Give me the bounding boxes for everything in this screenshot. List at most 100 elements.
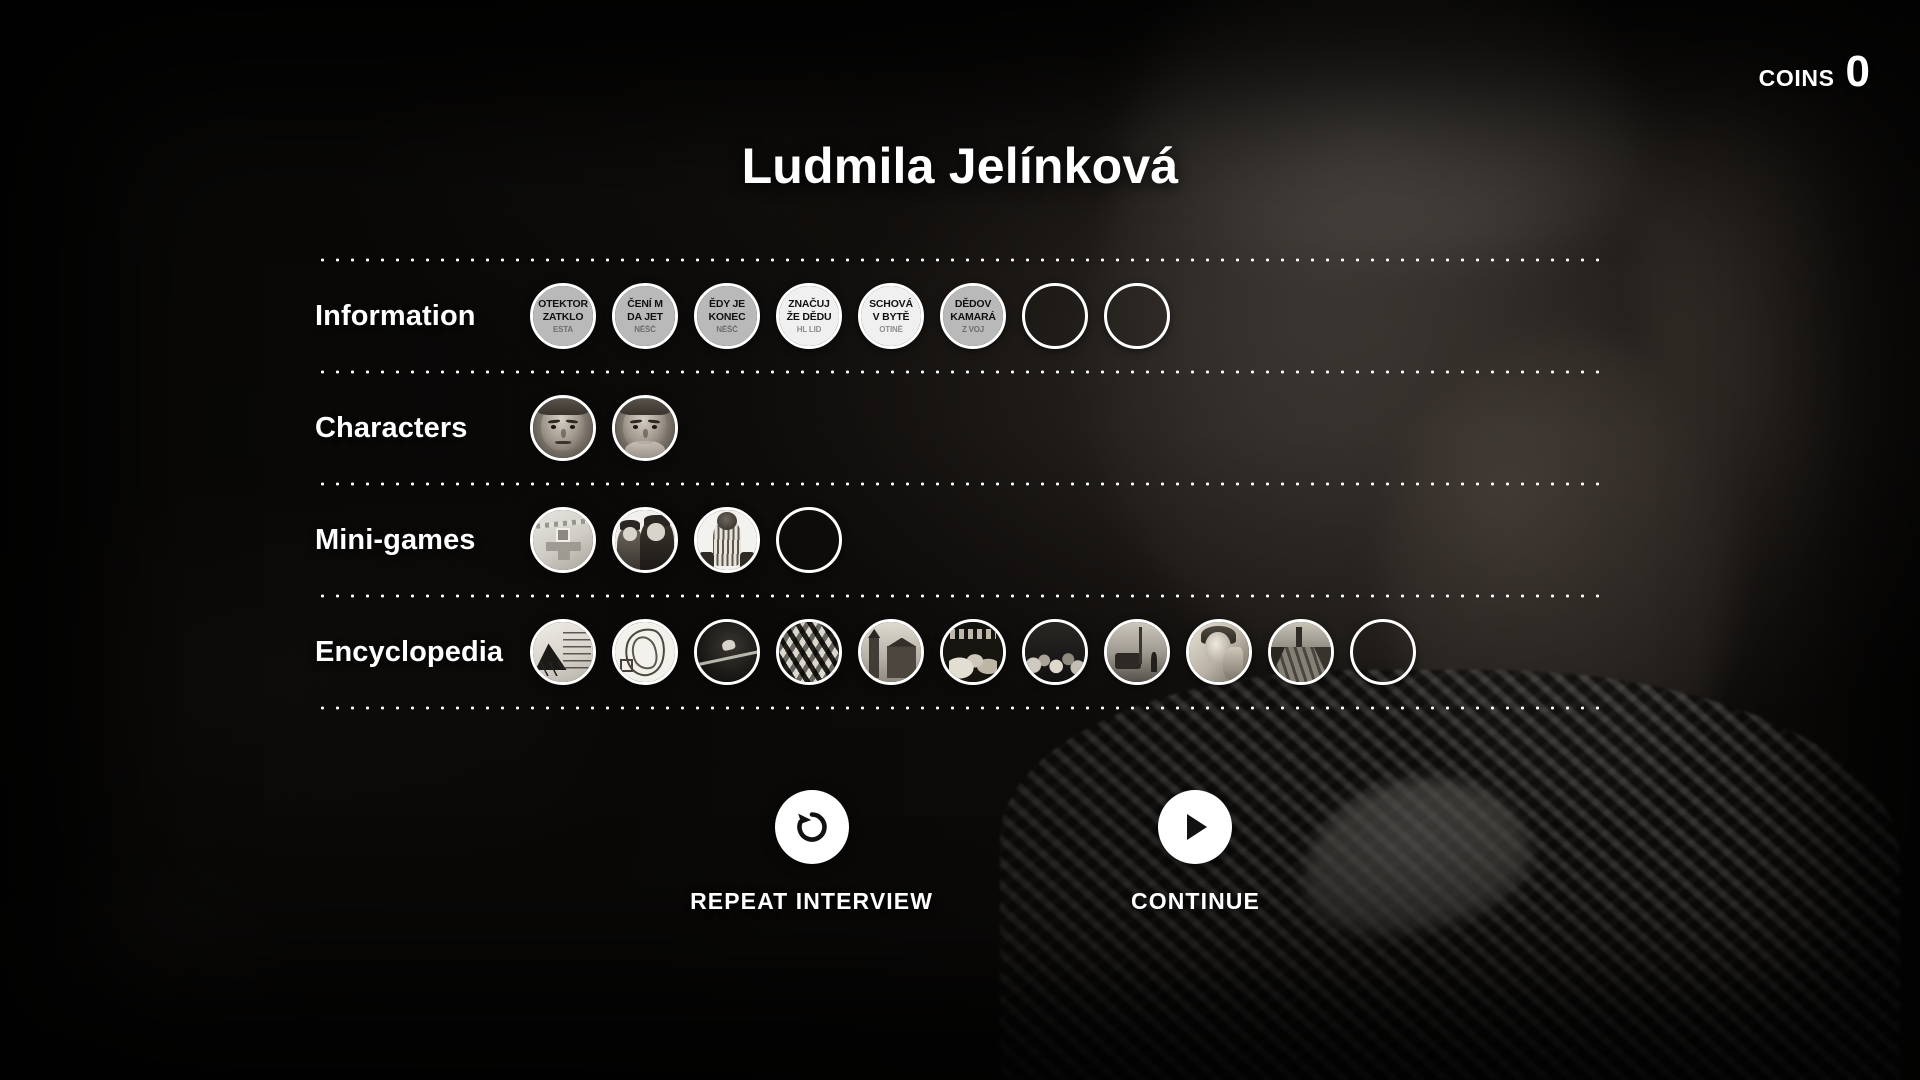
card-text-line: ŽE DĚDU	[786, 311, 832, 324]
encyclopedia-slot[interactable]	[940, 619, 1006, 685]
portrait-eye-right	[569, 425, 575, 429]
card-text-line: DĚDOV	[954, 297, 992, 310]
characters-slot[interactable]	[612, 395, 678, 461]
row-divider	[315, 258, 1607, 262]
figure-shoulder-left	[699, 552, 714, 568]
row-divider	[315, 370, 1607, 374]
card-text-line: ČENÍ M	[627, 297, 663, 310]
encyclopedia-art-document	[533, 622, 593, 682]
information-slot[interactable]: OTEKTOR ZATKLO ESTA	[530, 283, 596, 349]
card-text-line: KAMARÁ	[950, 311, 996, 324]
encyclopedia-slot[interactable]	[694, 619, 760, 685]
information-card-art: ĚDY JE KONEC NĚŠČ	[697, 286, 757, 346]
information-card-art: ČENÍ M DA JET NĚŠČ	[615, 286, 675, 346]
card-text-line: ZATKLO	[542, 311, 584, 324]
encyclopedia-art-woman	[1189, 622, 1249, 682]
card-text-line: ZNAČUJ	[788, 297, 830, 310]
encyclopedia-art-dark-object	[697, 622, 757, 682]
encyclopedia-art-ruins	[1271, 622, 1331, 682]
row-mini-games: Mini-games	[315, 486, 1607, 594]
row-items-encyclopedia	[530, 619, 1416, 685]
repeat-interview-button[interactable]: REPEAT INTERVIEW	[690, 790, 933, 915]
coins-label: COINS	[1758, 65, 1835, 91]
encyclopedia-slot[interactable]	[612, 619, 678, 685]
information-slot[interactable]: DĚDOV KAMARÁ Z VOJ	[940, 283, 1006, 349]
information-card-art: DĚDOV KAMARÁ Z VOJ	[943, 286, 1003, 346]
mini-games-slot-empty[interactable]	[776, 507, 842, 573]
encyclopedia-art-pattern	[779, 622, 839, 682]
card-text-line: ESTA	[553, 324, 573, 334]
encyclopedia-slot[interactable]	[1104, 619, 1170, 685]
minigame-figure-art	[697, 510, 757, 570]
card-text-line: NĚŠČ	[716, 324, 738, 334]
play-icon[interactable]	[1158, 790, 1233, 864]
card-text-line: V BYTĚ	[872, 311, 910, 324]
information-card-art: ZNAČUJ ŽE DĚDU HL LID	[779, 286, 839, 346]
portrait-hair	[619, 399, 671, 415]
card-text-line: KONEC	[708, 311, 746, 324]
card-text-line: OTINĚ	[879, 324, 903, 334]
information-card-art: SCHOVÁ V BYTĚ OTINĚ	[861, 286, 921, 346]
portrait-eye-left	[633, 425, 639, 429]
row-information: Information OTEKTOR ZATKLO ESTA ČENÍ M DA JE…	[315, 262, 1607, 370]
row-characters: Characters	[315, 374, 1607, 482]
row-items-mini-games	[530, 507, 842, 573]
information-slot-empty[interactable]	[1022, 283, 1088, 349]
progress-rows: Information OTEKTOR ZATKLO ESTA ČENÍ M DA JE…	[315, 258, 1607, 710]
continue-label: CONTINUE	[1131, 888, 1260, 914]
figure-shoulder-right	[740, 552, 755, 568]
encyclopedia-slot[interactable]	[776, 619, 842, 685]
encyclopedia-slot[interactable]	[530, 619, 596, 685]
mini-games-slot[interactable]	[612, 507, 678, 573]
row-divider	[315, 706, 1607, 710]
encyclopedia-slot[interactable]	[1186, 619, 1252, 685]
row-items-characters	[530, 395, 678, 461]
encyclopedia-slot-empty[interactable]	[1350, 619, 1416, 685]
page-title: Ludmila Jelínková	[741, 138, 1179, 194]
action-bar: REPEAT INTERVIEW CONTINUE	[0, 790, 1920, 915]
information-slot-empty[interactable]	[1104, 283, 1170, 349]
mini-games-slot[interactable]	[530, 507, 596, 573]
portrait-beard	[624, 441, 666, 458]
row-label-mini-games: Mini-games	[315, 523, 476, 556]
repeat-interview-label: REPEAT INTERVIEW	[690, 888, 934, 914]
portrait-eye-right	[651, 425, 657, 429]
card-text-line: Z VOJ	[961, 324, 985, 334]
encyclopedia-art-street	[1107, 622, 1167, 682]
rotate-ccw-icon[interactable]	[774, 790, 849, 864]
encyclopedia-slot[interactable]	[858, 619, 924, 685]
face-right	[647, 523, 666, 541]
card-text-line: DA JET	[627, 311, 663, 324]
information-slot[interactable]: ZNAČUJ ŽE DĚDU HL LID	[776, 283, 842, 349]
information-slot[interactable]: ĚDY JE KONEC NĚŠČ	[694, 283, 760, 349]
encyclopedia-art-drawing	[615, 622, 675, 682]
character-portrait-art	[533, 398, 593, 458]
coins-value: 0	[1845, 47, 1870, 96]
row-encyclopedia: Encyclopedia	[315, 598, 1607, 706]
characters-slot[interactable]	[530, 395, 596, 461]
row-divider	[315, 482, 1607, 486]
card-text-line: SCHOVÁ	[869, 297, 913, 310]
card-text-line: HL LID	[796, 324, 822, 334]
row-label-information: Information	[315, 299, 476, 332]
character-portrait-art	[615, 398, 675, 458]
information-card-art: OTEKTOR ZATKLO ESTA	[533, 286, 593, 346]
portrait-eye-left	[551, 425, 557, 429]
continue-button[interactable]: CONTINUE	[1131, 790, 1260, 915]
encyclopedia-art-town	[861, 622, 921, 682]
card-text-line: NĚŠČ	[634, 324, 656, 334]
mini-games-slot[interactable]	[694, 507, 760, 573]
row-items-information: OTEKTOR ZATKLO ESTA ČENÍ M DA JET NĚŠČ ĚDY JE K…	[530, 283, 1170, 349]
card-text-line: OTEKTOR	[538, 297, 588, 310]
encyclopedia-art-poster	[943, 622, 1003, 682]
coins-counter: COINS 0	[1758, 47, 1870, 96]
encyclopedia-slot[interactable]	[1022, 619, 1088, 685]
information-slot[interactable]: ČENÍ M DA JET NĚŠČ	[612, 283, 678, 349]
minigame-map-art	[533, 510, 593, 570]
row-label-encyclopedia: Encyclopedia	[315, 635, 504, 668]
encyclopedia-art-crowd	[1025, 622, 1085, 682]
portrait-hair	[537, 399, 589, 415]
information-slot[interactable]: SCHOVÁ V BYTĚ OTINĚ	[858, 283, 924, 349]
encyclopedia-slot[interactable]	[1268, 619, 1334, 685]
row-divider	[315, 594, 1607, 598]
